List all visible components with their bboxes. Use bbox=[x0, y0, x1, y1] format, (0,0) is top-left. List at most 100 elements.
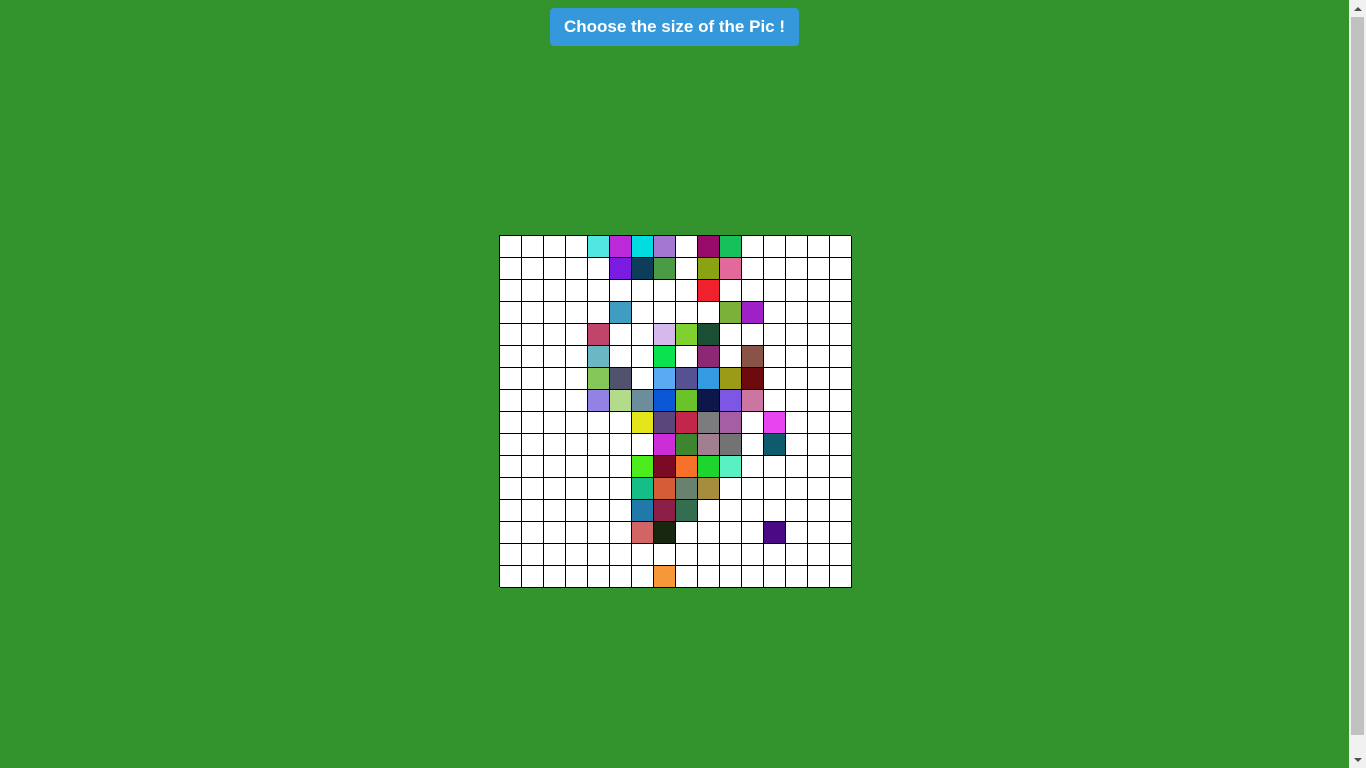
grid-cell[interactable] bbox=[786, 346, 808, 368]
grid-cell[interactable] bbox=[588, 566, 610, 588]
grid-cell[interactable] bbox=[742, 566, 764, 588]
grid-cell[interactable] bbox=[654, 302, 676, 324]
grid-cell[interactable] bbox=[698, 236, 720, 258]
grid-cell[interactable] bbox=[676, 390, 698, 412]
grid-cell[interactable] bbox=[698, 566, 720, 588]
grid-cell[interactable] bbox=[808, 302, 830, 324]
grid-cell[interactable] bbox=[544, 478, 566, 500]
grid-cell[interactable] bbox=[522, 456, 544, 478]
grid-cell[interactable] bbox=[742, 302, 764, 324]
grid-cell[interactable] bbox=[786, 258, 808, 280]
grid-cell[interactable] bbox=[720, 456, 742, 478]
grid-cell[interactable] bbox=[500, 566, 522, 588]
grid-cell[interactable] bbox=[676, 324, 698, 346]
grid-cell[interactable] bbox=[786, 236, 808, 258]
grid-cell[interactable] bbox=[742, 434, 764, 456]
grid-cell[interactable] bbox=[786, 412, 808, 434]
grid-cell[interactable] bbox=[698, 346, 720, 368]
grid-cell[interactable] bbox=[830, 236, 852, 258]
grid-cell[interactable] bbox=[566, 412, 588, 434]
grid-cell[interactable] bbox=[764, 500, 786, 522]
grid-cell[interactable] bbox=[500, 302, 522, 324]
grid-cell[interactable] bbox=[720, 236, 742, 258]
choose-size-button[interactable]: Choose the size of the Pic ! bbox=[550, 8, 799, 46]
grid-cell[interactable] bbox=[500, 390, 522, 412]
grid-cell[interactable] bbox=[720, 566, 742, 588]
grid-cell[interactable] bbox=[544, 346, 566, 368]
grid-cell[interactable] bbox=[654, 236, 676, 258]
grid-cell[interactable] bbox=[764, 258, 786, 280]
grid-cell[interactable] bbox=[654, 280, 676, 302]
grid-cell[interactable] bbox=[830, 302, 852, 324]
grid-cell[interactable] bbox=[566, 280, 588, 302]
grid-cell[interactable] bbox=[588, 412, 610, 434]
grid-cell[interactable] bbox=[808, 236, 830, 258]
grid-cell[interactable] bbox=[830, 346, 852, 368]
grid-cell[interactable] bbox=[698, 412, 720, 434]
grid-cell[interactable] bbox=[610, 368, 632, 390]
grid-cell[interactable] bbox=[544, 522, 566, 544]
grid-cell[interactable] bbox=[522, 368, 544, 390]
grid-cell[interactable] bbox=[632, 522, 654, 544]
grid-cell[interactable] bbox=[500, 346, 522, 368]
grid-cell[interactable] bbox=[698, 390, 720, 412]
grid-cell[interactable] bbox=[698, 302, 720, 324]
grid-cell[interactable] bbox=[676, 236, 698, 258]
grid-cell[interactable] bbox=[786, 324, 808, 346]
grid-cell[interactable] bbox=[522, 324, 544, 346]
grid-cell[interactable] bbox=[654, 478, 676, 500]
grid-cell[interactable] bbox=[632, 544, 654, 566]
grid-cell[interactable] bbox=[786, 280, 808, 302]
grid-cell[interactable] bbox=[808, 566, 830, 588]
grid-cell[interactable] bbox=[764, 346, 786, 368]
grid-cell[interactable] bbox=[808, 280, 830, 302]
grid-cell[interactable] bbox=[786, 302, 808, 324]
grid-cell[interactable] bbox=[632, 434, 654, 456]
grid-cell[interactable] bbox=[698, 368, 720, 390]
grid-cell[interactable] bbox=[808, 324, 830, 346]
grid-cell[interactable] bbox=[764, 324, 786, 346]
grid-cell[interactable] bbox=[632, 456, 654, 478]
grid-cell[interactable] bbox=[698, 258, 720, 280]
grid-cell[interactable] bbox=[566, 302, 588, 324]
grid-cell[interactable] bbox=[720, 522, 742, 544]
vertical-scrollbar[interactable] bbox=[1349, 0, 1366, 768]
grid-cell[interactable] bbox=[764, 236, 786, 258]
grid-cell[interactable] bbox=[632, 346, 654, 368]
grid-cell[interactable] bbox=[676, 280, 698, 302]
grid-cell[interactable] bbox=[764, 368, 786, 390]
grid-cell[interactable] bbox=[544, 258, 566, 280]
grid-cell[interactable] bbox=[588, 500, 610, 522]
grid-cell[interactable] bbox=[588, 236, 610, 258]
grid-cell[interactable] bbox=[610, 544, 632, 566]
grid-cell[interactable] bbox=[764, 566, 786, 588]
grid-cell[interactable] bbox=[610, 258, 632, 280]
grid-cell[interactable] bbox=[544, 412, 566, 434]
grid-cell[interactable] bbox=[676, 544, 698, 566]
grid-cell[interactable] bbox=[522, 522, 544, 544]
grid-cell[interactable] bbox=[610, 324, 632, 346]
grid-cell[interactable] bbox=[632, 236, 654, 258]
grid-cell[interactable] bbox=[632, 478, 654, 500]
grid-cell[interactable] bbox=[500, 522, 522, 544]
grid-cell[interactable] bbox=[742, 522, 764, 544]
grid-cell[interactable] bbox=[566, 566, 588, 588]
grid-cell[interactable] bbox=[566, 478, 588, 500]
grid-cell[interactable] bbox=[764, 434, 786, 456]
grid-cell[interactable] bbox=[808, 456, 830, 478]
grid-cell[interactable] bbox=[610, 456, 632, 478]
grid-cell[interactable] bbox=[588, 522, 610, 544]
scroll-up-arrow-icon[interactable] bbox=[1349, 0, 1366, 17]
grid-cell[interactable] bbox=[522, 434, 544, 456]
grid-cell[interactable] bbox=[742, 456, 764, 478]
grid-cell[interactable] bbox=[522, 544, 544, 566]
grid-cell[interactable] bbox=[544, 500, 566, 522]
grid-cell[interactable] bbox=[676, 566, 698, 588]
grid-cell[interactable] bbox=[522, 566, 544, 588]
grid-cell[interactable] bbox=[588, 368, 610, 390]
grid-cell[interactable] bbox=[764, 412, 786, 434]
grid-cell[interactable] bbox=[698, 324, 720, 346]
grid-cell[interactable] bbox=[654, 368, 676, 390]
grid-cell[interactable] bbox=[566, 456, 588, 478]
grid-cell[interactable] bbox=[808, 522, 830, 544]
